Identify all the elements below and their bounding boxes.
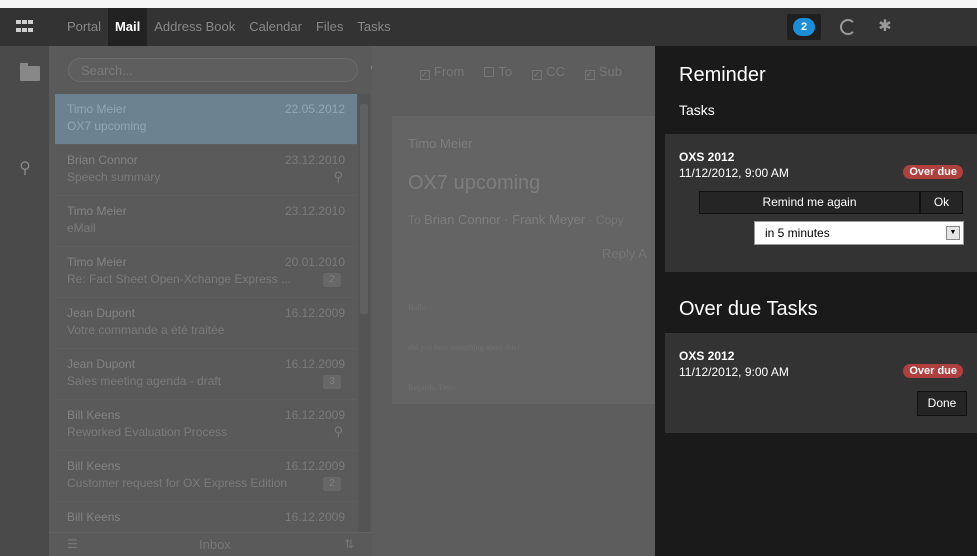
list-item[interactable]: Timo Meier 22.05.2012 OX7 upcoming bbox=[55, 94, 357, 145]
list-item[interactable]: Bill Keens 16.12.2009 Reworked Evaluatio… bbox=[55, 400, 357, 451]
search-field[interactable] bbox=[68, 58, 358, 82]
gear-icon[interactable]: ✱ bbox=[876, 18, 894, 36]
reply-all-button[interactable]: Reply A bbox=[602, 246, 647, 261]
mail-date: 16.12.2009 bbox=[284, 306, 345, 320]
tab-calendar[interactable]: Calendar bbox=[242, 8, 309, 46]
folder-icon[interactable] bbox=[20, 63, 40, 81]
left-rail: ✎ ⚲ bbox=[0, 46, 49, 556]
list-item[interactable]: Brian Connor 23.12.2010 Speech summary ⚲ bbox=[55, 145, 357, 196]
mail-subject: Customer request for OX Express Edition bbox=[67, 476, 288, 490]
reminder-panel: Reminder Tasks OXS 2012 11/12/2012, 9:00… bbox=[655, 46, 977, 556]
preview-recipients: To Brian Connor · Frank Meyer · Copy bbox=[408, 212, 624, 227]
mail-date: 20.01.2010 bbox=[284, 255, 345, 269]
reminder-tasks-label: Tasks bbox=[679, 102, 715, 118]
mail-subject: Re: Fact Sheet Open-Xchange Express ... bbox=[67, 272, 292, 286]
mail-date: 22.05.2012 bbox=[284, 102, 345, 116]
reminder-title: Reminder bbox=[679, 64, 766, 86]
mail-list: Timo Meier 22.05.2012 OX7 upcoming Brian… bbox=[55, 94, 357, 553]
mail-date: 16.12.2009 bbox=[284, 357, 345, 371]
list-view-icon[interactable]: ☰ bbox=[67, 537, 78, 551]
task-datetime: 11/12/2012, 9:00 AM bbox=[679, 166, 789, 180]
remind-me-again-button[interactable]: Remind me again bbox=[699, 191, 920, 214]
app-tabs: Portal Mail Address Book Calendar Files … bbox=[60, 8, 398, 46]
refresh-icon[interactable] bbox=[840, 19, 856, 35]
recipient-names[interactable]: Brian Connor · Frank Meyer bbox=[424, 212, 585, 227]
filter-to[interactable]: To bbox=[484, 64, 512, 79]
ok-button[interactable]: Ok bbox=[920, 191, 963, 214]
mail-subject: Speech summary bbox=[67, 170, 161, 184]
mail-date: 23.12.2010 bbox=[284, 204, 345, 218]
mail-subject: Votre commande a été traitée bbox=[67, 323, 225, 337]
search-icon[interactable]: ⚲ bbox=[14, 159, 36, 179]
top-nav: Portal Mail Address Book Calendar Files … bbox=[0, 8, 977, 46]
mail-subject: eMail bbox=[67, 221, 96, 235]
sort-icon[interactable]: ⇅ bbox=[344, 537, 354, 551]
overdue-task-card: OXS 2012 11/12/2012, 9:00 AM Over due Do… bbox=[665, 333, 977, 433]
mail-body: Hallo, did you hear something about this… bbox=[408, 303, 521, 392]
preview-sender[interactable]: Timo Meier bbox=[408, 136, 473, 151]
remind-interval-select[interactable]: in 5 minutes ▼ bbox=[754, 221, 964, 245]
tab-files[interactable]: Files bbox=[309, 8, 350, 46]
task-datetime: 11/12/2012, 9:00 AM bbox=[679, 365, 789, 379]
tab-mail[interactable]: Mail bbox=[107, 8, 148, 46]
scroll-thumb[interactable] bbox=[360, 104, 368, 314]
grid-icon[interactable] bbox=[16, 20, 34, 34]
tab-tasks[interactable]: Tasks bbox=[350, 8, 397, 46]
tab-address-book[interactable]: Address Book bbox=[147, 8, 242, 46]
window-frame bbox=[0, 0, 977, 8]
list-item[interactable]: Timo Meier 20.01.2010 Re: Fact Sheet Ope… bbox=[55, 247, 357, 298]
thread-count: 2 bbox=[323, 273, 341, 287]
list-footer: ☰ Inbox ⇅ bbox=[49, 532, 372, 556]
mail-preview: Timo Meier OX7 upcoming To Brian Connor … bbox=[392, 116, 655, 404]
search-input[interactable] bbox=[81, 62, 331, 78]
search-filters: ✓ From To ✓ CC ✓ Sub bbox=[420, 64, 622, 80]
filter-from[interactable]: ✓ From bbox=[420, 64, 464, 80]
list-item[interactable]: Jean Dupont 16.12.2009 Votre commande a … bbox=[55, 298, 357, 349]
done-button[interactable]: Done bbox=[917, 391, 967, 416]
mail-subject: Reworked Evaluation Process bbox=[67, 425, 228, 439]
current-folder: Inbox bbox=[199, 537, 231, 552]
task-reminder-card: OXS 2012 11/12/2012, 9:00 AM Over due Re… bbox=[665, 134, 977, 272]
filter-subject[interactable]: ✓ Sub bbox=[584, 64, 622, 80]
list-item[interactable]: Jean Dupont 16.12.2009 Sales meeting age… bbox=[55, 349, 357, 400]
tab-portal[interactable]: Portal bbox=[60, 8, 108, 46]
interval-selected-value: in 5 minutes bbox=[765, 226, 830, 240]
notification-button[interactable]: 2 bbox=[787, 14, 821, 40]
chevron-down-icon[interactable]: ▼ bbox=[946, 226, 960, 240]
mail-subject: Sales meeting agenda - draft bbox=[67, 374, 222, 388]
filter-cc[interactable]: ✓ CC bbox=[532, 64, 565, 80]
preview-subject: OX7 upcoming bbox=[408, 172, 541, 194]
paperclip-icon: ⚲ bbox=[333, 424, 343, 439]
overdue-heading: Over due Tasks bbox=[679, 298, 818, 320]
checkbox-icon[interactable]: ✓ bbox=[420, 70, 430, 80]
notification-badge: 2 bbox=[793, 18, 815, 36]
thread-count: 2 bbox=[323, 477, 341, 491]
mail-date: 16.12.2009 bbox=[284, 459, 345, 473]
list-item[interactable]: Timo Meier 23.12.2010 eMail bbox=[55, 196, 357, 247]
status-badge: Over due bbox=[903, 165, 963, 179]
checkbox-icon[interactable] bbox=[484, 67, 495, 77]
list-scrollbar[interactable] bbox=[358, 94, 370, 534]
list-item[interactable]: Bill Keens 16.12.2009 Customer request f… bbox=[55, 451, 357, 502]
thread-count: 3 bbox=[323, 375, 341, 389]
status-badge: Over due bbox=[903, 364, 963, 378]
mail-date: 16.12.2009 bbox=[284, 510, 345, 524]
top-bar: Portal Mail Address Book Calendar Files … bbox=[0, 0, 977, 46]
mail-date: 23.12.2010 bbox=[284, 153, 345, 167]
mail-subject: OX7 upcoming bbox=[67, 119, 147, 133]
task-title: OXS 2012 bbox=[679, 349, 735, 363]
mail-date: 16.12.2009 bbox=[284, 408, 345, 422]
task-title: OXS 2012 bbox=[679, 150, 735, 164]
paperclip-icon: ⚲ bbox=[333, 169, 343, 184]
checkbox-icon[interactable]: ✓ bbox=[532, 70, 543, 80]
checkbox-icon[interactable]: ✓ bbox=[584, 70, 595, 80]
